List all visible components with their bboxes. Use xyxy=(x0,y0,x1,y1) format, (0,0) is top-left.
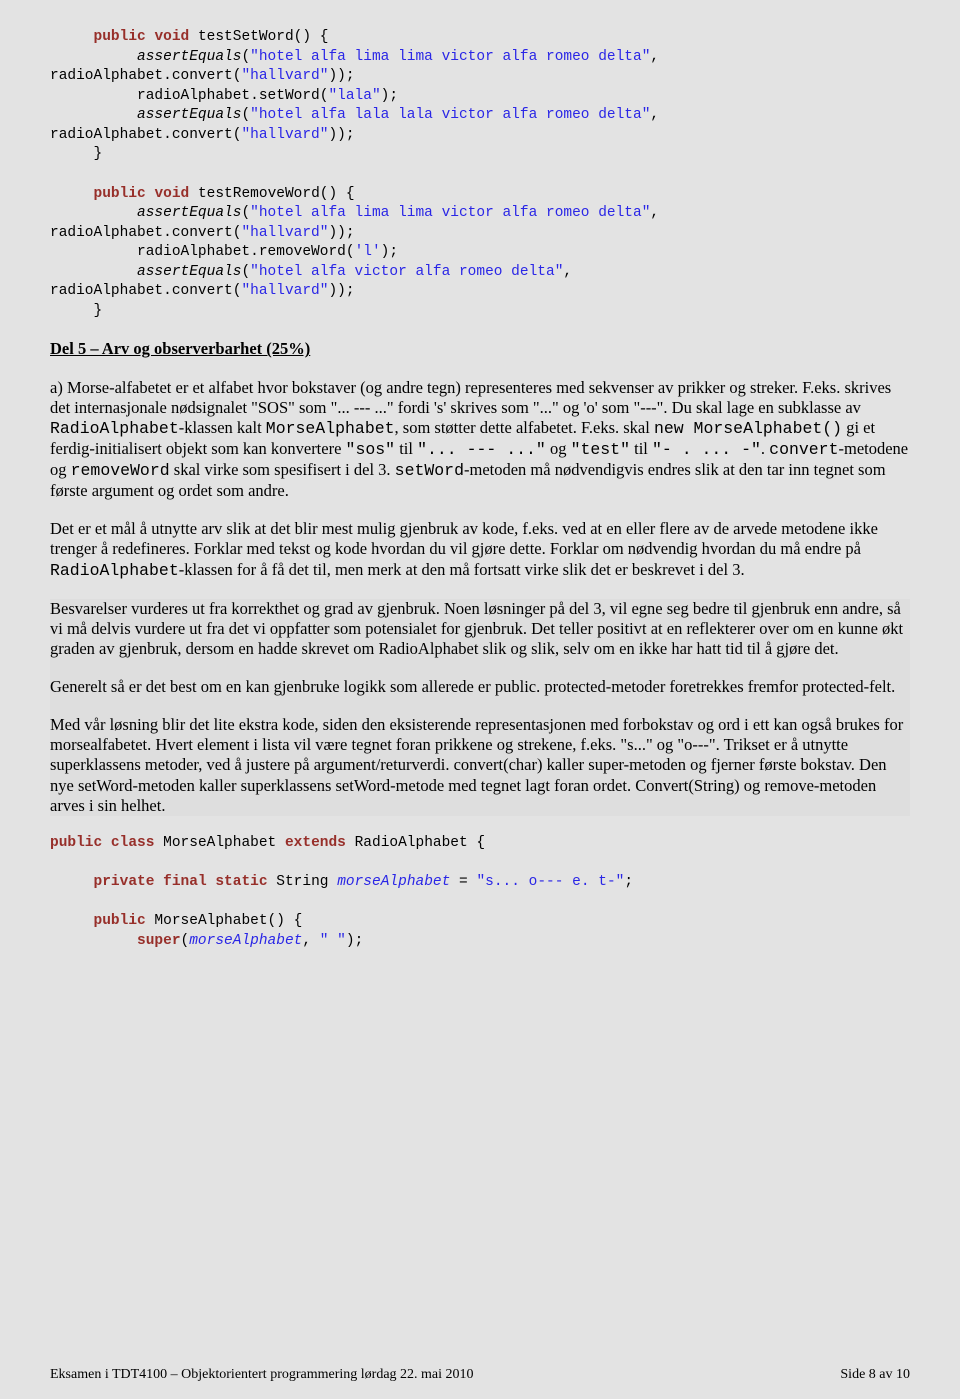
code-block-tests: public void testSetWord() { assertEquals… xyxy=(50,28,910,321)
commentary-p3: Med vår løsning blir det lite ekstra kod… xyxy=(50,715,910,816)
commentary-p1: Besvarelser vurderes ut fra korrekthet o… xyxy=(50,599,910,659)
commentary-block: Besvarelser vurderes ut fra korrekthet o… xyxy=(50,599,910,816)
footer-page-number: Side 8 av 10 xyxy=(840,1366,910,1383)
footer-left: Eksamen i TDT4100 – Objektorientert prog… xyxy=(50,1366,910,1383)
section-title: Del 5 – Arv og observerbarhet (25%) xyxy=(50,339,910,359)
paragraph-a: a) Morse-alfabetet er et alfabet hvor bo… xyxy=(50,378,910,502)
code-block-morsealphabet: public class MorseAlphabet extends Radio… xyxy=(50,834,910,951)
commentary-p2: Generelt så er det best om en kan gjenbr… xyxy=(50,677,910,697)
paragraph-b: Det er et mål å utnytte arv slik at det … xyxy=(50,519,910,580)
